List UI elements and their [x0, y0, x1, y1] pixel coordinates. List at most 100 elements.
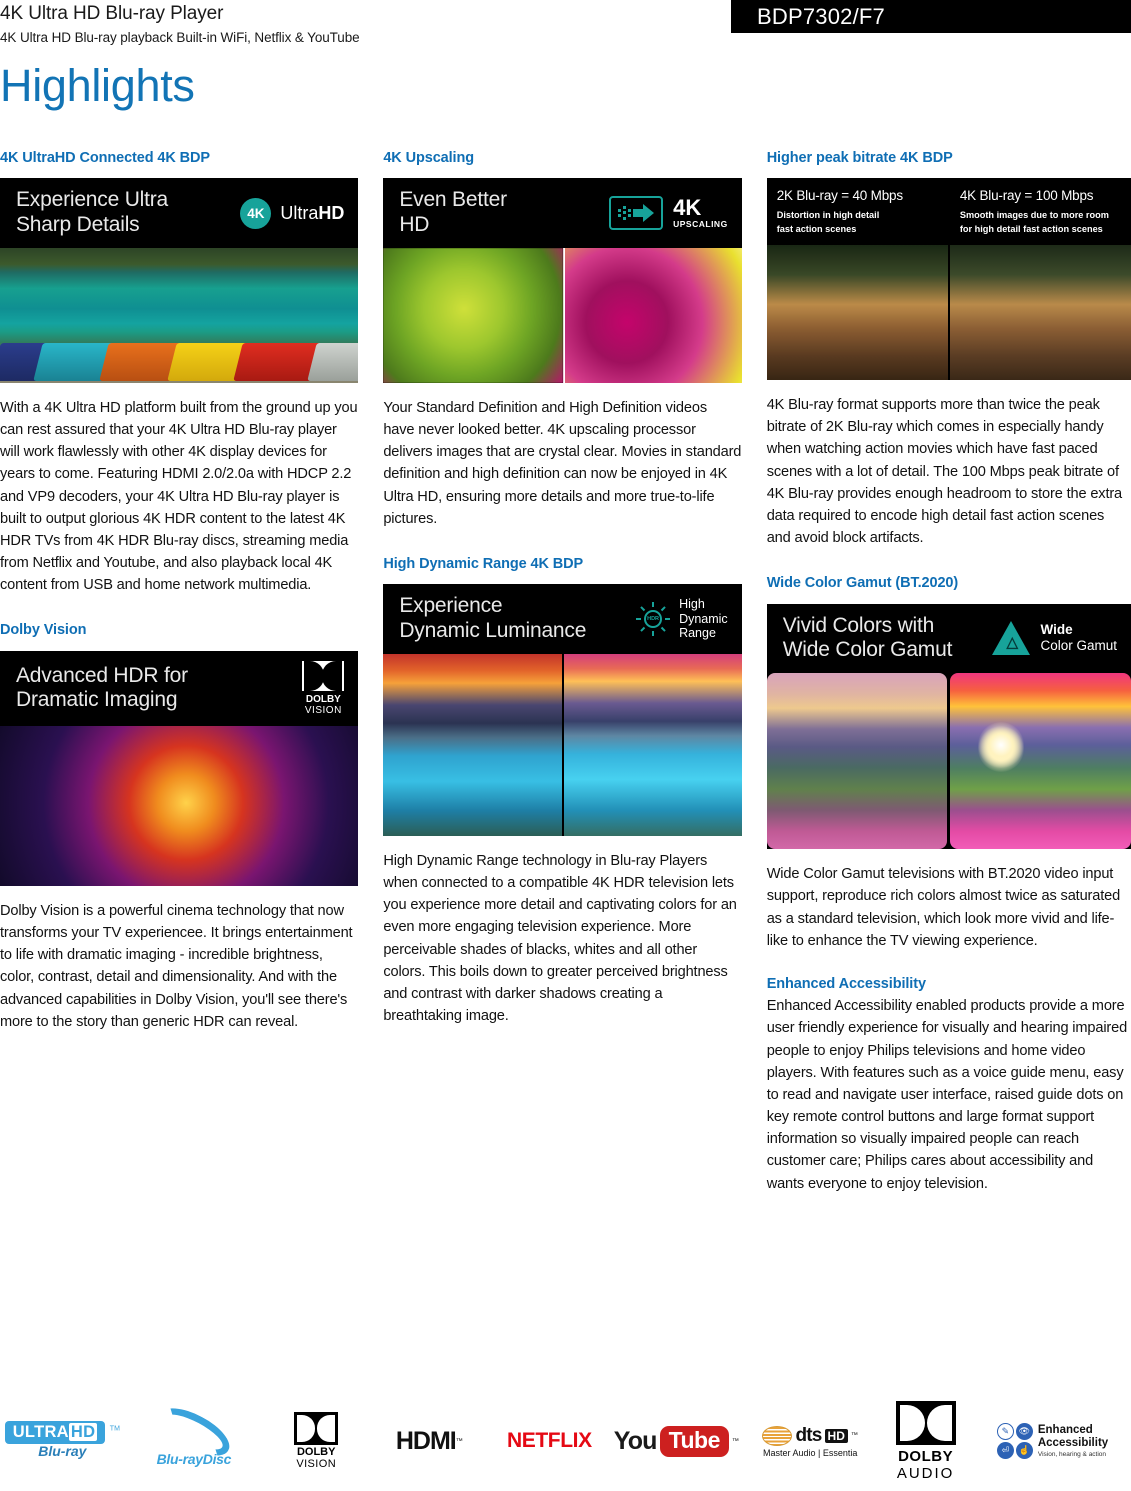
photo-flower-macro-split: [383, 247, 742, 383]
wcg-badge-text: Wide Color Gamut: [1040, 622, 1117, 654]
bluray-label: Blu-ray: [38, 1443, 87, 1459]
keyvisual-bar: Vivid Colors with Wide Color Gamut △ Wid…: [766, 603, 1131, 674]
body-text-hdr: High Dynamic Range technology in Blu-ray…: [383, 852, 737, 1025]
photo-boats-on-lake: [0, 247, 359, 383]
bitrate-2k-sub: Distortion in high detail fast action sc…: [776, 210, 880, 234]
keyvisual-bar: Even Better HD 4K UPSCALING: [383, 178, 742, 248]
ultra-hd-pill: ULTRA HD: [4, 1421, 106, 1444]
bitrate-panel-2k: 2K Blu-ray = 40 Mbps Distortion in high …: [766, 178, 948, 381]
logo-dolby-vision: DOLBY VISION: [263, 1411, 369, 1470]
body-text-4k-upscaling: Your Standard Definition and High Defini…: [383, 399, 742, 527]
body-text-dolby-vision: Dolby Vision is a powerful cinema techno…: [0, 902, 353, 1030]
color-triangle-icon: △: [992, 621, 1031, 656]
logo-bluray-disc: Blu-rayDisc: [125, 1398, 263, 1467]
logo-ultra-hd-bluray: ULTRA HD TM Blu-ray: [0, 1421, 125, 1459]
dolby-label: DOLBY: [898, 1447, 954, 1465]
body-text-4k-uhd-connected: With a 4K Ultra HD platform built from t…: [0, 399, 358, 594]
photo-widegamut-half: [950, 673, 1131, 850]
bitrate-comparison: 2K Blu-ray = 40 Mbps Distortion in high …: [766, 178, 1131, 381]
product-title: 4K Ultra HD Blu-ray Player: [0, 3, 224, 24]
youtube-tube-label: Tube: [659, 1425, 729, 1457]
photo-sd-half: [383, 247, 563, 383]
keyvisual-4k-upscaling: Even Better HD 4K UPSCALING: [383, 178, 742, 383]
section-heading-peak-bitrate: Higher peak bitrate 4K BDP: [766, 150, 953, 166]
triangle-glyph: △: [1006, 634, 1019, 652]
bitrate-panel-4k: 4K Blu-ray = 100 Mbps Smooth images due …: [949, 178, 1131, 381]
photo-standard-half: [766, 673, 1024, 850]
bitrate-4k-sub: Smooth images due to more room for high …: [959, 210, 1109, 234]
dolby-label: DOLBY: [296, 1445, 336, 1458]
hdr-sun-icon: HDR: [636, 602, 671, 637]
ultrahd-bold: HD: [318, 202, 345, 223]
upscaling-4k-label: 4K: [673, 195, 702, 221]
section-heading-hdr: High Dynamic Range 4K BDP: [383, 555, 584, 572]
dts-row: dts HD ™: [762, 1424, 858, 1447]
page-title: Highlights: [0, 60, 195, 111]
trademark-mark: ™: [455, 1437, 463, 1445]
dts-disc-icon: [762, 1425, 793, 1446]
keyvisual-peak-bitrate: 2K Blu-ray = 40 Mbps Distortion in high …: [766, 178, 1131, 381]
vision-label: VISION: [296, 1457, 337, 1470]
enhanced-label: Enhanced: [1037, 1424, 1093, 1437]
accessibility-sub-label: Vision, hearing & action: [1037, 1450, 1107, 1458]
pixel-arrow-icon: [609, 196, 664, 231]
photo-lake-sunset-split: [383, 653, 742, 836]
photo-night-city-aerial: [0, 725, 359, 886]
bitrate-2k-title: 2K Blu-ray = 40 Mbps: [776, 188, 903, 204]
column-2: 4K Upscaling Even Better HD 4K UPSCALING…: [383, 150, 742, 1195]
hand-icon: ☝: [1015, 1442, 1033, 1459]
trademark-mark: TM: [109, 1425, 120, 1433]
hdr-core-label: HDR: [644, 610, 663, 629]
keyvisual-headline: Vivid Colors with Wide Color Gamut: [782, 613, 953, 662]
dolby-double-d-icon: [294, 1411, 339, 1445]
photo-sdr-half: [383, 653, 562, 836]
dolby-double-d-icon: [895, 1400, 956, 1445]
wcg-bold: Wide: [1040, 622, 1073, 638]
keyvisual-headline: Even Better HD: [399, 188, 507, 237]
column-3: Higher peak bitrate 4K BDP 2K Blu-ray = …: [766, 150, 1131, 1195]
section-heading-enhanced-accessibility: Enhanced Accessibility: [766, 975, 926, 992]
section-heading-wide-color-gamut: Wide Color Gamut (BT.2020): [766, 575, 959, 592]
dolby-badge-line2: VISION: [304, 704, 342, 716]
keyvisual-dolby-vision: Advanced HDR for Dramatic Imaging DOLBY …: [0, 650, 359, 886]
keyvisual-headline: Advanced HDR for Dramatic Imaging: [16, 663, 188, 712]
highlights-columns: 4K UltraHD Connected 4K BDP Experience U…: [0, 150, 1131, 1195]
page-header: 4K Ultra HD Blu-ray Player 4K Ultra HD B…: [0, 0, 1131, 55]
ultrahd-badge: 4K UltraHD: [240, 197, 345, 229]
upscaling-badge-text: 4K UPSCALING: [673, 195, 728, 230]
hd-label: HD: [68, 1423, 98, 1441]
section-heading-4k-uhd-connected: 4K UltraHD Connected 4K BDP: [0, 150, 210, 166]
photo-mountain-biker-4k: [949, 245, 1131, 381]
logo-hdmi: HDMI ™: [369, 1427, 489, 1456]
keyvisual-headline: Experience Ultra Sharp Details: [16, 188, 169, 237]
accessibility-label: Accessibility: [1037, 1437, 1109, 1449]
model-number-bar: BDP7302/F7: [731, 0, 1131, 33]
keyvisual-bar: Advanced HDR for Dramatic Imaging DOLBY …: [0, 650, 359, 726]
keyvisual-4k-uhd-connected: Experience Ultra Sharp Details 4K UltraH…: [0, 178, 359, 383]
photo-mountain-biker-2k: [766, 245, 948, 381]
dolby-vision-badge: DOLBY VISION: [302, 660, 345, 716]
ultrahd-light: Ultra: [280, 202, 319, 223]
body-text-enhanced-accessibility: Enhanced Accessibility enabled products …: [766, 998, 1128, 1192]
wide-color-gamut-badge: △ Wide Color Gamut: [992, 621, 1117, 656]
keyvisual-wide-color-gamut: Vivid Colors with Wide Color Gamut △ Wid…: [766, 603, 1131, 850]
bitrate-4k-title: 4K Blu-ray = 100 Mbps: [959, 188, 1094, 204]
product-subtitle: 4K Ultra HD Blu-ray playback Built-in Wi…: [0, 30, 360, 45]
datasheet-page: 4K Ultra HD Blu-ray Player 4K Ultra HD B…: [0, 0, 1131, 1491]
dts-hd-label: HD: [824, 1428, 848, 1443]
netflix-label: NETFLIX: [506, 1429, 592, 1452]
4k-circle-icon: 4K: [240, 197, 272, 229]
dts-sub-label: Master Audio | Essentia: [762, 1447, 858, 1458]
arrow-glyph: [618, 204, 655, 223]
accessibility-icons: ✎ 👁 ⏎ ☝: [996, 1423, 1033, 1459]
column-1: 4K UltraHD Connected 4K BDP Experience U…: [0, 150, 359, 1195]
ultra-label: ULTRA: [12, 1423, 69, 1441]
accessibility-text: Enhanced Accessibility Vision, hearing &…: [1038, 1424, 1108, 1458]
hdmi-label: HDMI: [395, 1426, 457, 1455]
pen-icon: ✎: [996, 1423, 1014, 1440]
dts-label: dts: [795, 1424, 822, 1446]
keyvisual-bar: Experience Ultra Sharp Details 4K UltraH…: [0, 178, 359, 248]
keyvisual-headline: Experience Dynamic Luminance: [399, 594, 587, 643]
eye-icon: 👁: [1015, 1423, 1033, 1440]
photo-mountain-meadow-split: [766, 673, 1131, 850]
